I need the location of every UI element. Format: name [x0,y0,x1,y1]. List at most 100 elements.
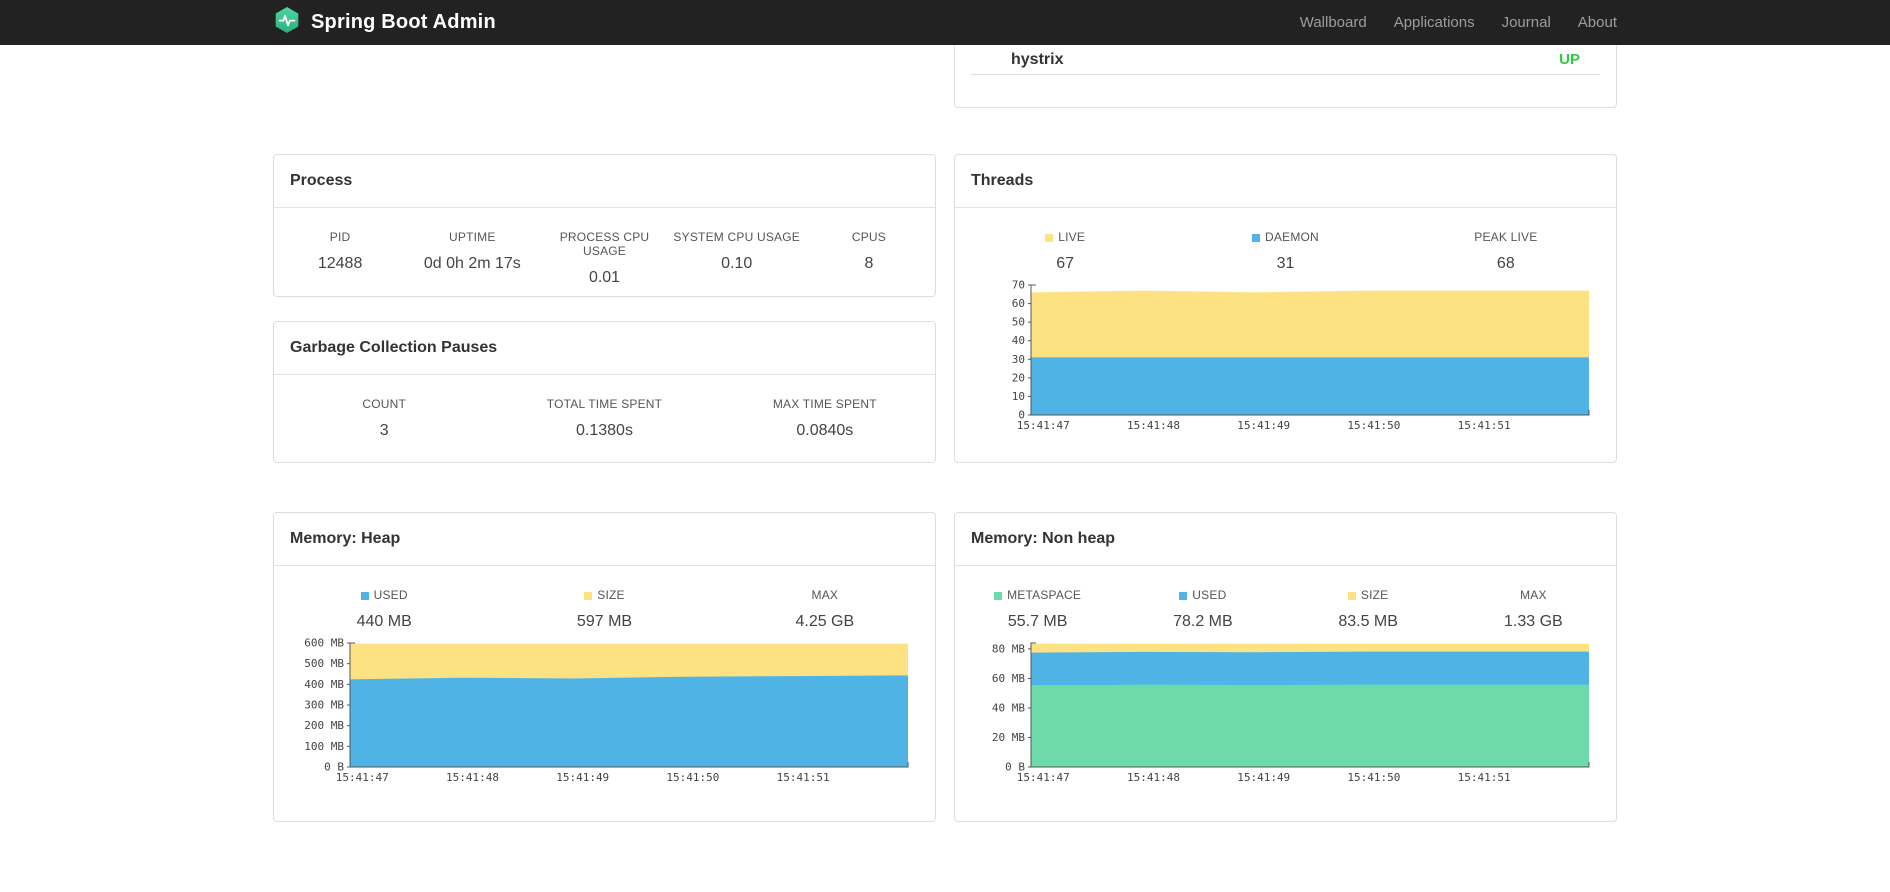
legend-label-text: LIVE [1058,230,1086,244]
svg-text:15:41:50: 15:41:50 [1347,419,1400,432]
legend-label: USED [1120,588,1285,602]
memory-heap-chart: 0 B 100 MB 200 MB 300 MB 400 MB 500 MB 600 MB 1… [294,637,935,792]
svg-text:15:41:48: 15:41:48 [446,771,499,784]
process-panel-title: Process [274,155,935,208]
legend-label-text: MAX [811,588,839,602]
svg-text:200 MB: 200 MB [304,719,344,732]
svg-text:400 MB: 400 MB [304,678,344,691]
legend-label-text: USED [373,588,408,602]
legend-item-size: SIZE 83.5 MB [1286,588,1451,631]
metric-value: 0.01 [588,269,621,286]
svg-text:15:41:50: 15:41:50 [1347,771,1400,784]
threads-chart: 0 10 20 30 40 50 60 70 15:41:47 15:41:48 15:41:49 1… [975,279,1616,440]
metric-system-cpu-usage: SYSTEM CPU USAGE 0.10 [671,230,803,287]
legend-value: 4.25 GB [795,613,855,630]
gc-panel-title: Garbage Collection Pauses [274,322,935,375]
legend-value: 78.2 MB [1173,613,1233,630]
svg-text:15:41:51: 15:41:51 [1458,771,1511,784]
metric-value: 0.1380s [576,422,633,439]
size-swatch-icon [584,592,593,600]
legend-item-daemon: DAEMON 31 [1175,230,1395,273]
right-column: hystrix UP Threads LIVE 67 DAEMON 31 PEA… [954,45,1617,822]
svg-text:20: 20 [1012,371,1025,384]
svg-text:60 MB: 60 MB [992,672,1025,685]
metric-label: PROCESS CPU USAGE [559,230,650,258]
threads-panel: Threads LIVE 67 DAEMON 31 PEAK LIVE 68 0… [954,154,1617,463]
nav-link-wallboard[interactable]: Wallboard [1300,14,1367,31]
live-swatch-icon [1045,234,1054,242]
legend-item-max: MAX 1.33 GB [1451,588,1616,631]
legend-item-metaspace: METASPACE 55.7 MB [955,588,1120,631]
gc-metrics: COUNT 3 TOTAL TIME SPENT 0.1380s MAX TIM… [274,375,935,440]
legend-label-text: SIZE [1360,588,1389,602]
legend-item-size: SIZE 597 MB [494,588,714,631]
legend-label: PEAK LIVE [1396,230,1616,244]
svg-text:15:41:47: 15:41:47 [1017,771,1070,784]
legend-value: 597 MB [576,613,633,630]
legend-label-text: MAX [1520,588,1547,602]
metaspace-swatch-icon [994,592,1003,600]
application-name[interactable]: hystrix [1011,51,1063,69]
legend-item-used: USED 78.2 MB [1120,588,1285,631]
application-row[interactable]: hystrix UP [971,45,1600,75]
svg-text:15:41:49: 15:41:49 [556,771,609,784]
memory-nonheap-title: Memory: Non heap [955,513,1616,566]
svg-text:15:41:47: 15:41:47 [336,771,389,784]
legend-label-text: USED [1192,588,1227,602]
svg-text:80 MB: 80 MB [992,642,1025,655]
svg-text:600 MB: 600 MB [304,637,344,650]
nav-links: Wallboard Applications Journal About [1300,14,1617,31]
legend-label-text: SIZE [597,588,625,602]
legend-label: USED [274,588,494,602]
legend-label: MAX [1451,588,1616,602]
svg-text:40: 40 [1012,334,1025,347]
legend-value: 55.7 MB [1007,613,1068,630]
app-brand[interactable]: Spring Boot Admin [273,6,496,39]
memory-heap-panel: Memory: Heap USED 440 MB SIZE 597 MB MAX… [273,512,936,822]
size-swatch-icon [1347,592,1356,600]
spring-boot-admin-logo-icon [273,6,301,39]
svg-text:50: 50 [1012,316,1025,329]
svg-text:15:41:48: 15:41:48 [1127,419,1180,432]
metric-value: 8 [864,255,874,272]
main-content: Process PID 12488 UPTIME 0d 0h 2m 17s PR… [273,45,1617,822]
nav-link-applications[interactable]: Applications [1394,14,1475,31]
nav-link-about[interactable]: About [1578,14,1617,31]
metric-label: UPTIME [449,230,496,244]
memory-nonheap-panel: Memory: Non heap METASPACE 55.7 MB USED … [954,512,1617,822]
metric-uptime: UPTIME 0d 0h 2m 17s [406,230,538,287]
svg-text:60: 60 [1012,297,1025,310]
svg-text:30: 30 [1012,353,1025,366]
navbar: Spring Boot Admin Wallboard Applications… [0,0,1890,45]
legend-label: MAX [715,588,935,602]
left-column: Process PID 12488 UPTIME 0d 0h 2m 17s PR… [273,45,936,822]
metric-cpus: CPUS 8 [803,230,935,287]
threads-panel-title: Threads [955,155,1616,208]
legend-label: LIVE [955,230,1175,244]
legend-item-live: LIVE 67 [955,230,1175,273]
used-swatch-icon [1179,592,1188,600]
metric-gc-count: COUNT 3 [274,397,494,440]
threads-legend: LIVE 67 DAEMON 31 PEAK LIVE 68 [955,208,1616,273]
svg-text:10: 10 [1012,390,1025,403]
legend-item-peak-live: PEAK LIVE 68 [1396,230,1616,273]
svg-text:15:41:49: 15:41:49 [1237,419,1290,432]
legend-value: 31 [1276,255,1295,272]
gc-pauses-panel: Garbage Collection Pauses COUNT 3 TOTAL … [273,321,936,463]
legend-label: DAEMON [1175,230,1395,244]
legend-label-text: METASPACE [1007,588,1082,602]
metric-value: 0d 0h 2m 17s [423,255,521,272]
svg-text:15:41:51: 15:41:51 [777,771,830,784]
svg-text:15:41:51: 15:41:51 [1458,419,1511,432]
svg-text:500 MB: 500 MB [304,657,344,670]
process-panel: Process PID 12488 UPTIME 0d 0h 2m 17s PR… [273,154,936,297]
metric-value: 3 [379,422,389,439]
memory-nonheap-chart: 0 B 20 MB 40 MB 60 MB 80 MB 15:41:47 15:41:48 1… [975,637,1616,792]
svg-text:15:41:49: 15:41:49 [1237,771,1290,784]
metric-value: 12488 [317,255,363,272]
metric-label: SYSTEM CPU USAGE [673,230,800,244]
legend-item-max: MAX 4.25 GB [715,588,935,631]
svg-text:100 MB: 100 MB [304,740,344,753]
used-swatch-icon [360,592,369,600]
nav-link-journal[interactable]: Journal [1502,14,1551,31]
